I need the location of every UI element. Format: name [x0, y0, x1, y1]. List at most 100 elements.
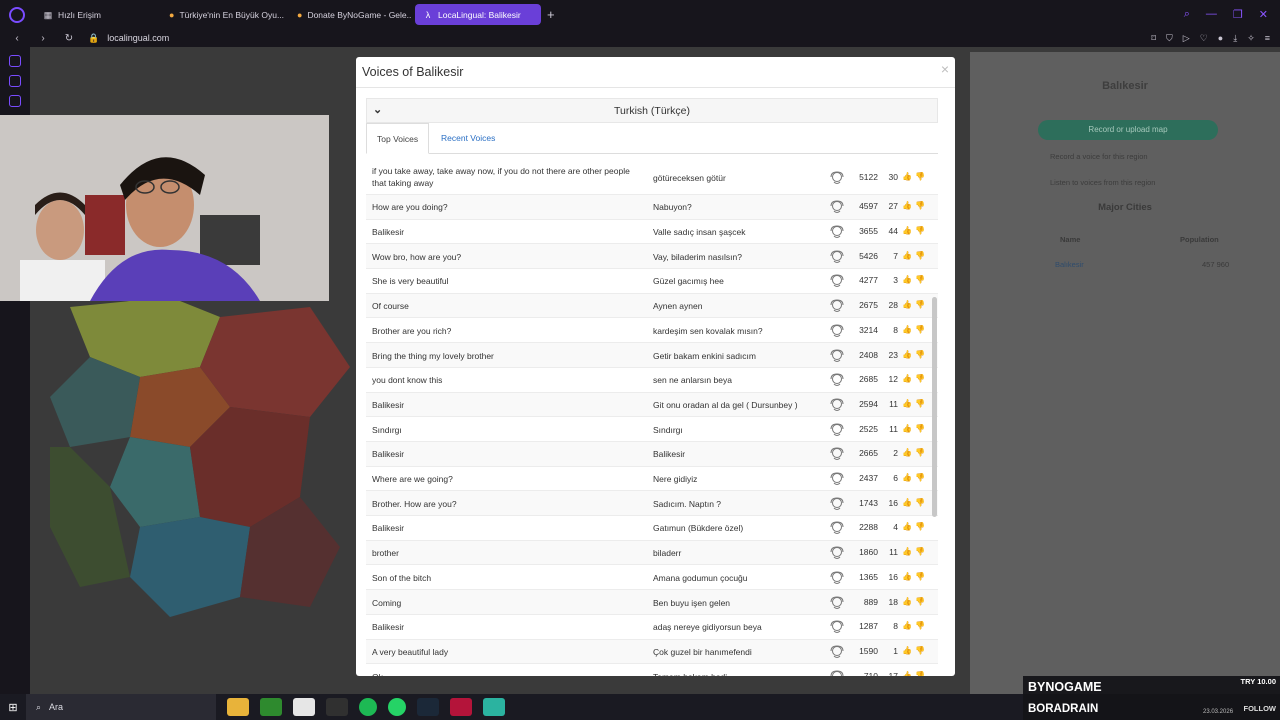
voice-row[interactable]: if you take away, take away now, if you …: [366, 160, 938, 195]
voice-row[interactable]: How are you doing? Nabuyon? 4597 27 👍 👎: [366, 195, 938, 220]
thumbs-up-icon[interactable]: 👍: [902, 448, 912, 457]
voice-row[interactable]: Balikesir Balikesir 2665 2 👍 👎: [366, 442, 938, 467]
voice-row[interactable]: Balikesir Git onu oradan al da gel ( Durs…: [366, 392, 938, 418]
voice-row[interactable]: A very beautiful lady Çok guzel bir hanım…: [366, 639, 938, 665]
thumbs-down-icon[interactable]: 👎: [915, 572, 925, 581]
voice-row[interactable]: Where are we going? Nere gidiyiz 2437 6 👍 👎: [366, 467, 938, 492]
thumbs-down-icon[interactable]: 👎: [915, 473, 925, 482]
listen-head-icon[interactable]: [830, 274, 844, 288]
thumbs-up-icon[interactable]: 👍: [902, 473, 912, 482]
reload-icon[interactable]: ↻: [60, 33, 78, 44]
thumbs-down-icon[interactable]: 👎: [915, 172, 925, 181]
thumbs-down-icon[interactable]: 👎: [915, 621, 925, 630]
tab-top-voices[interactable]: Top Voices: [366, 123, 430, 154]
listen-head-icon[interactable]: [830, 250, 844, 264]
listen-head-icon[interactable]: [830, 546, 844, 560]
app-icon[interactable]: [483, 698, 505, 716]
listen-head-icon[interactable]: [830, 398, 844, 412]
heart-icon[interactable]: ♡: [1200, 33, 1208, 44]
scrollbar[interactable]: [932, 297, 937, 517]
thumbs-down-icon[interactable]: 👎: [915, 374, 925, 383]
thumbs-up-icon[interactable]: 👍: [902, 621, 912, 630]
new-tab-button[interactable]: +: [547, 7, 555, 22]
thumbs-down-icon[interactable]: 👎: [915, 597, 925, 606]
spotify-icon[interactable]: [359, 698, 377, 716]
close-icon[interactable]: ×: [941, 61, 949, 77]
voice-row[interactable]: Balikesir Gatımun (Bükdere özel) 2288 4 👍 👎: [366, 516, 938, 541]
listen-head-icon[interactable]: [830, 225, 844, 239]
voice-row[interactable]: you dont know this sen ne anlarsın beya 26…: [366, 368, 938, 393]
thumbs-up-icon[interactable]: 👍: [902, 325, 912, 334]
thumbs-up-icon[interactable]: 👍: [902, 498, 912, 507]
thumbs-up-icon[interactable]: 👍: [902, 399, 912, 408]
steam-icon[interactable]: [417, 698, 439, 716]
record-button[interactable]: Record or upload map: [1038, 120, 1218, 140]
tab-donate[interactable]: ● Donate ByNoGame - Gele...: [289, 4, 411, 25]
thumbs-down-icon[interactable]: 👎: [915, 275, 925, 284]
search-tabs-icon[interactable]: ⌕: [1184, 8, 1190, 21]
epic-games-icon[interactable]: [326, 698, 348, 716]
notes-icon[interactable]: [293, 698, 315, 716]
listen-head-icon[interactable]: [830, 349, 844, 363]
listen-head-icon[interactable]: [830, 324, 844, 338]
thumbs-up-icon[interactable]: 👍: [902, 547, 912, 556]
minimize-icon[interactable]: —: [1206, 8, 1217, 21]
thumbs-up-icon[interactable]: 👍: [902, 226, 912, 235]
url-field[interactable]: localingual.com: [107, 33, 169, 43]
profile-icon[interactable]: ●: [1218, 33, 1223, 44]
sidebar-history-icon[interactable]: [9, 75, 21, 87]
record-voice-link[interactable]: Record a voice for this region: [1050, 152, 1148, 161]
thumbs-down-icon[interactable]: 👎: [915, 646, 925, 655]
thumbs-up-icon[interactable]: 👍: [902, 597, 912, 606]
language-selector[interactable]: ⌄ Turkish (Türkçe): [366, 98, 938, 123]
windows-start-icon[interactable]: ⊞: [0, 694, 26, 720]
thumbs-down-icon[interactable]: 👎: [915, 498, 925, 507]
thumbs-down-icon[interactable]: 👎: [915, 325, 925, 334]
voice-row[interactable]: Ok Tamam bakam hadi 710 17 👍👎: [366, 664, 938, 676]
voice-row[interactable]: brother biladerr 1860 11 👍 👎: [366, 540, 938, 566]
file-explorer-icon[interactable]: [227, 698, 249, 716]
maximize-icon[interactable]: ❐: [1233, 8, 1243, 21]
listen-head-icon[interactable]: [830, 571, 844, 585]
thumbs-down-icon[interactable]: 👎: [915, 226, 925, 235]
voice-row[interactable]: Son of the bitch Amana godumun çocuğu 1365…: [366, 566, 938, 591]
voice-row[interactable]: Sındırgı Sındırgı 2525 11 👍 👎: [366, 417, 938, 442]
thumbs-up-icon[interactable]: 👍: [902, 522, 912, 531]
listen-head-icon[interactable]: [830, 447, 844, 461]
voice-row[interactable]: Wow bro, how are you? Vay, biladerim nası…: [366, 244, 938, 270]
sidebar-gx-icon[interactable]: [9, 95, 21, 107]
city-link[interactable]: Balıkesir: [1055, 260, 1084, 269]
thumbs-up-icon[interactable]: 👍: [902, 350, 912, 359]
thumbs-up-icon[interactable]: 👍: [902, 374, 912, 383]
listen-head-icon[interactable]: [830, 200, 844, 214]
voice-row[interactable]: Coming Ben buyu işen gelen 889 18 👍 👎: [366, 590, 938, 615]
listen-head-icon[interactable]: [830, 645, 844, 659]
thumbs-down-icon[interactable]: 👎: [915, 522, 925, 531]
thumbs-down-icon[interactable]: 👎: [915, 251, 925, 260]
thumbs-up-icon[interactable]: 👍: [902, 424, 912, 433]
sidebar-twitch-icon[interactable]: [9, 55, 21, 67]
voice-row[interactable]: Of course Aynen aynen 2675 28 👍 👎: [366, 293, 938, 319]
listen-head-icon[interactable]: [830, 299, 844, 313]
listen-head-icon[interactable]: [830, 596, 844, 610]
thumbs-up-icon[interactable]: 👍: [902, 671, 912, 676]
tab-quick-access[interactable]: ▦ Hızlı Erişim: [35, 4, 157, 25]
thumbs-down-icon[interactable]: 👎: [915, 424, 925, 433]
thumbs-down-icon[interactable]: 👎: [915, 399, 925, 408]
tab-recent-voices[interactable]: Recent Voices: [431, 123, 505, 154]
thumbs-up-icon[interactable]: 👍: [902, 172, 912, 181]
thumbs-up-icon[interactable]: 👍: [902, 251, 912, 260]
listen-head-icon[interactable]: [830, 670, 844, 676]
voice-row[interactable]: Balikesir Valle sadıç insan şaşcek 3655 44 👍…: [366, 220, 938, 245]
listen-head-icon[interactable]: [830, 497, 844, 511]
listen-head-icon[interactable]: [830, 620, 844, 634]
listen-head-icon[interactable]: [830, 423, 844, 437]
thumbs-up-icon[interactable]: 👍: [902, 275, 912, 284]
thumbs-up-icon[interactable]: 👍: [902, 201, 912, 210]
listen-head-icon[interactable]: [830, 472, 844, 486]
voice-row[interactable]: Balikesir adaş nereye gidiyorsun beya 1287…: [366, 615, 938, 640]
forward-icon[interactable]: ›: [34, 33, 52, 44]
voice-row[interactable]: Bring the thing my lovely brother Getir b…: [366, 343, 938, 368]
xbox-icon[interactable]: [260, 698, 282, 716]
opera-logo-icon[interactable]: [9, 6, 25, 23]
